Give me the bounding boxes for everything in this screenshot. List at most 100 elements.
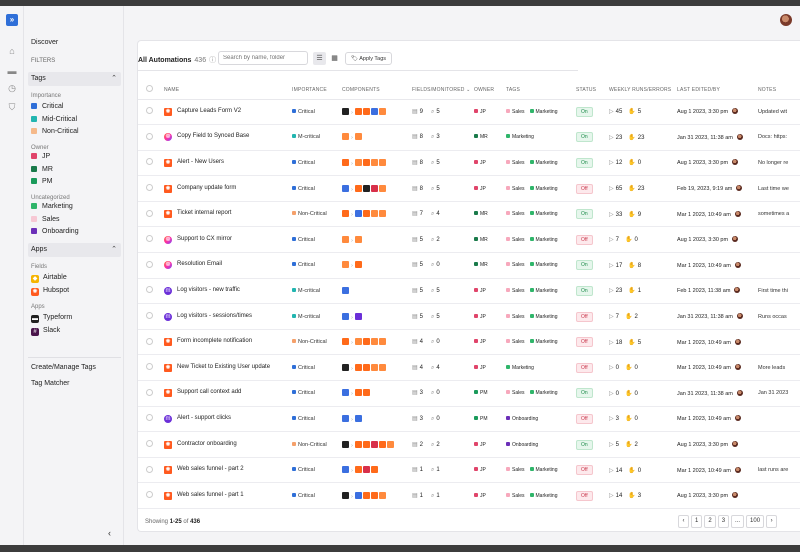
table-row[interactable]: ❁ Resolution Email Critical › ▤ 5 ⌕ 0 MR Sales Mar… — [138, 252, 800, 279]
column-header[interactable]: IMPORTANCE — [290, 81, 340, 100]
page-button[interactable]: 1 — [691, 515, 703, 528]
automation-name[interactable]: Copy Field to Synced Base — [177, 133, 249, 139]
automation-name[interactable]: New Ticket to Existing User update — [177, 364, 270, 370]
notes-cell[interactable] — [756, 252, 800, 279]
tag-chip[interactable]: Marketing — [506, 134, 534, 140]
tag-chip[interactable]: Marketing — [529, 339, 557, 345]
tag-chip[interactable]: Sales — [506, 211, 525, 217]
row-checkbox-cell[interactable] — [138, 380, 162, 407]
components-cell[interactable]: › — [340, 457, 410, 484]
row-checkbox-cell[interactable] — [138, 226, 162, 254]
automation-name-cell[interactable]: ❁ Copy Field to Synced Base — [162, 124, 290, 151]
status-cell[interactable]: On — [574, 124, 607, 151]
tags-section-header[interactable]: Tags ⌃ — [28, 72, 121, 86]
status-badge[interactable]: Off — [576, 362, 593, 373]
notes-cell[interactable]: Last time we — [756, 175, 800, 202]
owner-cell[interactable]: JP — [472, 431, 504, 458]
tags-cell[interactable]: Sales Marketing — [504, 175, 574, 202]
user-avatar[interactable] — [780, 14, 792, 26]
row-checkbox[interactable] — [146, 414, 153, 422]
owner-cell[interactable]: JP — [472, 150, 504, 177]
status-cell[interactable]: Off — [574, 482, 607, 509]
tag-chip[interactable]: Marketing — [529, 185, 557, 192]
row-checkbox-cell[interactable] — [138, 457, 162, 484]
tag-chip[interactable]: Marketing — [529, 211, 557, 217]
owner-cell[interactable]: MR — [472, 124, 504, 151]
row-checkbox[interactable] — [146, 235, 153, 243]
filter-tag-sales[interactable]: Sales — [31, 215, 60, 226]
tag-chip[interactable]: Marketing — [529, 467, 557, 473]
automation-name[interactable]: Log visitors - new traffic — [177, 287, 240, 293]
table-row[interactable]: m Log visitors - sessions/times M-critical… — [138, 303, 800, 330]
tags-cell[interactable]: Sales Marketing — [504, 457, 574, 484]
status-badge[interactable]: Off — [576, 311, 593, 322]
owner-cell[interactable]: JP — [472, 278, 504, 305]
notes-cell[interactable] — [756, 406, 800, 433]
page-button[interactable]: 2 — [704, 515, 716, 528]
chevron-up-icon[interactable]: ⌃ — [111, 245, 117, 253]
column-header[interactable]: COMPONENTS — [340, 81, 410, 100]
column-header[interactable]: LAST EDITED/BY — [675, 81, 756, 100]
search-input[interactable] — [218, 51, 308, 65]
status-cell[interactable]: On — [574, 278, 607, 305]
filter-owner-mr[interactable]: MR — [31, 165, 53, 176]
table-row[interactable]: ✺ Form incomplete notification Non-Critica… — [138, 329, 800, 356]
status-badge[interactable]: On — [576, 439, 593, 450]
row-checkbox[interactable] — [146, 209, 153, 217]
tag-chip[interactable]: Marketing — [529, 262, 557, 268]
importance-cell[interactable]: Critical — [290, 150, 340, 177]
automation-name-cell[interactable]: m Log visitors - new traffic — [162, 278, 290, 305]
row-checkbox-cell[interactable] — [138, 175, 162, 202]
components-cell[interactable] — [340, 278, 410, 305]
components-cell[interactable]: › — [340, 124, 410, 151]
filter-field-app-hubspot[interactable]: ✺ Hubspot — [31, 287, 69, 297]
automation-name-cell[interactable]: m Alert - support clicks — [162, 406, 290, 433]
status-badge[interactable]: Off — [576, 183, 593, 194]
owner-cell[interactable]: MR — [472, 201, 504, 228]
page-button[interactable]: 3 — [717, 515, 730, 528]
info-icon[interactable]: ⓘ — [209, 57, 216, 64]
apps-section-header[interactable]: Apps ⌃ — [28, 243, 121, 257]
tag-chip[interactable]: Sales — [506, 313, 525, 320]
automation-name-cell[interactable]: ✺ Support call context add — [162, 380, 290, 407]
inbox-icon[interactable]: ▬ — [7, 66, 17, 76]
notes-cell[interactable]: sometimes a — [756, 201, 800, 228]
components-cell[interactable]: › — [340, 406, 410, 433]
automation-name-cell[interactable]: ✺ Ticket internal report — [162, 201, 290, 228]
automation-name-cell[interactable]: ✺ New Ticket to Existing User update — [162, 354, 290, 382]
automation-name[interactable]: Alert - support clicks — [177, 415, 231, 421]
owner-cell[interactable]: JP — [472, 329, 504, 356]
filter-importance-critical[interactable]: Critical — [31, 103, 63, 113]
row-checkbox-cell[interactable] — [138, 303, 162, 330]
components-cell[interactable]: › — [340, 150, 410, 177]
status-cell[interactable]: Off — [574, 329, 607, 356]
importance-cell[interactable]: M-critical — [290, 303, 340, 330]
column-header[interactable]: STATUS — [574, 81, 607, 100]
tag-matcher-link[interactable]: Tag Matcher — [31, 380, 70, 387]
tag-chip[interactable]: Sales — [506, 390, 525, 396]
automation-name-cell[interactable]: ✺ Web sales funnel - part 1 — [162, 482, 290, 509]
tags-cell[interactable]: Marketing — [504, 354, 574, 382]
tag-chip[interactable]: Sales — [506, 262, 525, 268]
importance-cell[interactable]: Non-Critical — [290, 201, 340, 228]
row-checkbox[interactable] — [146, 132, 153, 140]
filter-tag-marketing[interactable]: Marketing — [31, 203, 73, 213]
status-cell[interactable]: On — [574, 252, 607, 279]
status-cell[interactable]: Off — [574, 457, 607, 484]
row-checkbox[interactable] — [146, 286, 153, 294]
tag-chip[interactable]: Onboarding — [506, 415, 538, 422]
notes-cell[interactable]: Updated wit — [756, 99, 800, 126]
status-badge[interactable]: On — [576, 285, 593, 296]
automation-name[interactable]: Ticket internal report — [177, 210, 231, 216]
status-cell[interactable]: On — [574, 150, 607, 177]
filter-owner-pm[interactable]: PM — [31, 178, 53, 188]
status-cell[interactable]: On — [574, 431, 607, 458]
components-cell[interactable]: › — [340, 252, 410, 279]
shield-icon[interactable]: ⛉ — [7, 102, 17, 112]
owner-cell[interactable]: JP — [472, 175, 504, 202]
status-badge[interactable]: On — [576, 209, 593, 220]
filter-importance-non-critical[interactable]: Non-Critical — [31, 128, 79, 138]
clock-icon[interactable]: ◷ — [7, 83, 17, 93]
automation-name-cell[interactable]: ✺ Alert - New Users — [162, 150, 290, 177]
automation-name[interactable]: Support to CX mirror — [177, 236, 232, 242]
